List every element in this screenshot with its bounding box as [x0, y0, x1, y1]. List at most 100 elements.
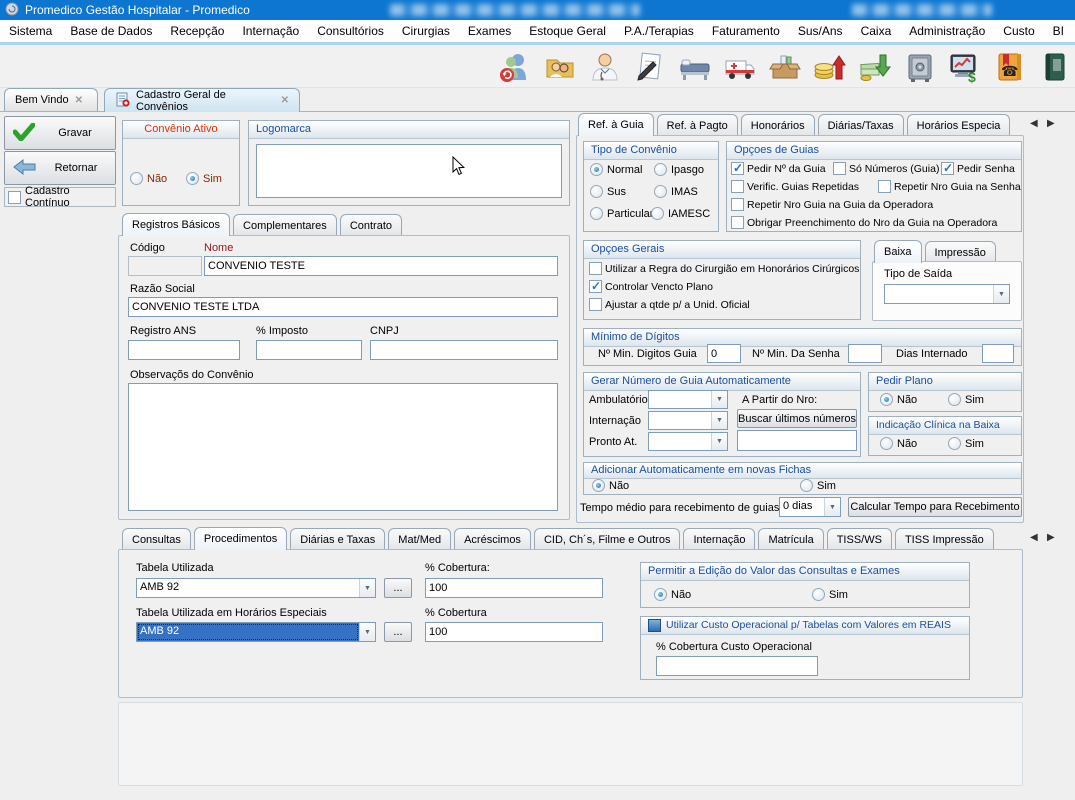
ativo-sim-radio[interactable]: Sim [186, 172, 222, 185]
phone-book-icon[interactable]: ☎ [987, 47, 1032, 86]
buscar-numeros-button[interactable]: Buscar últimos números [737, 409, 857, 428]
menu-item-exames[interactable]: Exames [459, 20, 520, 42]
tab-registros-basicos[interactable]: Registros Básicos [122, 213, 230, 236]
close-tab-icon[interactable]: ✕ [75, 95, 83, 106]
min-senha-field[interactable] [848, 344, 882, 363]
nome-field[interactable] [204, 256, 558, 276]
menu-item-internacao[interactable]: Internação [233, 20, 308, 42]
tipo-particular-radio[interactable]: Particular [590, 207, 653, 220]
tipo-sus-radio[interactable]: Sus [590, 185, 626, 198]
doctor-icon[interactable] [582, 47, 627, 86]
menu-item-caixa[interactable]: Caixa [852, 20, 901, 42]
tab-consultas[interactable]: Consultas [122, 528, 191, 550]
revenue-up-icon[interactable] [807, 47, 852, 86]
tab-diarias-taxas[interactable]: Diárias/Taxas [818, 114, 904, 136]
tab-acrescimos[interactable]: Acréscimos [454, 528, 531, 550]
pedir-numero-guia-checkbox[interactable]: Pedir Nº da Guia [731, 162, 826, 175]
ledger-book-icon[interactable] [1032, 47, 1075, 86]
hospital-bed-icon[interactable] [672, 47, 717, 86]
chevron-down-icon[interactable]: ▼ [993, 285, 1009, 303]
checkbox-box[interactable] [8, 191, 21, 204]
menu-item-estoque-geral[interactable]: Estoque Geral [520, 20, 615, 42]
fichas-nao-radio[interactable]: Não [592, 479, 629, 492]
plano-nao-radio[interactable]: Não [880, 393, 917, 406]
tab-baixa[interactable]: Baixa [874, 240, 922, 263]
tabela-especiais-browse-button[interactable]: ... [384, 622, 412, 642]
tab-internacao-bottom[interactable]: Internação [683, 528, 755, 550]
menu-item-consultorios[interactable]: Consultórios [308, 20, 393, 42]
bottom-tab-scroll-right-icon[interactable]: ▶ [1047, 532, 1055, 543]
tab-scroll-left-icon[interactable]: ◀ [1030, 118, 1038, 129]
pronto-at-select[interactable]: ▼ [648, 432, 728, 451]
pedir-senha-checkbox[interactable]: Pedir Senha [941, 162, 1015, 175]
return-button[interactable]: Retornar [4, 151, 116, 185]
obrigar-preenchimento-checkbox[interactable]: Obrigar Preenchimento do Nro da Guia na … [731, 216, 997, 229]
toggle-square-icon[interactable] [648, 619, 661, 632]
bottom-tab-scroll-left-icon[interactable]: ◀ [1030, 532, 1038, 543]
tab-scroll-right-icon[interactable]: ▶ [1047, 118, 1055, 129]
tab-tiss-ws[interactable]: TISS/WS [827, 528, 892, 550]
menu-item-sistema[interactable]: Sistema [0, 20, 61, 42]
tabela-especiais-select[interactable]: AMB 92▼ [136, 622, 376, 642]
tipo-saida-select[interactable]: ▼ [884, 284, 1010, 304]
internacao-select[interactable]: ▼ [648, 411, 728, 430]
menu-item-bi[interactable]: BI [1044, 20, 1073, 42]
menu-item-recepcao[interactable]: Recepção [161, 20, 233, 42]
menu-item-base-de-dados[interactable]: Base de Dados [61, 20, 161, 42]
close-tab-icon[interactable]: ✕ [281, 95, 289, 106]
radio-icon[interactable] [130, 172, 143, 185]
tipo-imas-radio[interactable]: IMAS [654, 185, 698, 198]
indicacao-sim-radio[interactable]: Sim [948, 437, 984, 450]
patients-folder-icon[interactable] [537, 47, 582, 86]
imposto-field[interactable] [256, 340, 362, 360]
tab-impressao[interactable]: Impressão [925, 241, 996, 263]
calcular-tempo-button[interactable]: Calcular Tempo para Recebimento [848, 497, 1022, 517]
cobertura2-field[interactable] [425, 622, 603, 642]
cnpj-field[interactable] [370, 340, 558, 360]
tab-diarias-e-taxas[interactable]: Diárias e Taxas [290, 528, 385, 550]
plano-sim-radio[interactable]: Sim [948, 393, 984, 406]
tab-procedimentos[interactable]: Procedimentos [194, 527, 287, 550]
chevron-down-icon[interactable]: ▼ [711, 433, 727, 450]
tipo-iamesc-radio[interactable]: IAMESC [651, 207, 710, 220]
tab-ref-a-guia[interactable]: Ref. à Guia [578, 113, 654, 136]
cobertura1-field[interactable] [425, 578, 603, 598]
ajustar-qtde-checkbox[interactable]: Ajustar a qtde p/ a Unid. Oficial [589, 298, 750, 311]
dias-internado-field[interactable] [982, 344, 1014, 363]
prescription-icon[interactable] [627, 47, 672, 86]
tempo-medio-select[interactable]: 0 dias▼ [779, 497, 841, 517]
edicao-sim-radio[interactable]: Sim [812, 588, 848, 601]
repetir-nro-senha-checkbox[interactable]: Repetir Nro Guia na Senha [878, 180, 1021, 193]
chevron-down-icon[interactable]: ▼ [359, 579, 375, 597]
tipo-ipasgo-radio[interactable]: Ipasgo [654, 163, 704, 176]
menu-item-faturamento[interactable]: Faturamento [703, 20, 789, 42]
fichas-sim-radio[interactable]: Sim [800, 479, 836, 492]
tabela-utilizada-select[interactable]: AMB 92▼ [136, 578, 376, 598]
edicao-nao-radio[interactable]: Não [654, 588, 691, 601]
indicacao-nao-radio[interactable]: Não [880, 437, 917, 450]
payment-down-icon[interactable] [852, 47, 897, 86]
observacoes-textarea[interactable] [128, 383, 558, 511]
tab-mat-med[interactable]: Mat/Med [388, 528, 451, 550]
save-button[interactable]: Gravar [4, 116, 116, 150]
controlar-vencto-checkbox[interactable]: Controlar Vencto Plano [589, 280, 713, 293]
menu-item-sus-ans[interactable]: Sus/Ans [789, 20, 852, 42]
menu-item-pa-terapias[interactable]: P.A./Terapias [615, 20, 703, 42]
tab-matricula[interactable]: Matrícula [758, 528, 823, 550]
sync-users-icon[interactable] [492, 47, 537, 86]
tab-complementares[interactable]: Complementares [233, 214, 337, 236]
tipo-normal-radio[interactable]: Normal [590, 163, 642, 176]
a-partir-field[interactable] [737, 430, 857, 451]
registro-ans-field[interactable] [128, 340, 240, 360]
menu-item-administracao[interactable]: Administração [900, 20, 994, 42]
chevron-down-icon[interactable]: ▼ [711, 391, 727, 408]
custo-cobertura-field[interactable] [656, 656, 818, 676]
menu-item-cirurgias[interactable]: Cirurgias [393, 20, 459, 42]
codigo-field[interactable] [128, 256, 202, 276]
min-digitos-guia-field[interactable] [707, 344, 741, 363]
tab-horarios-especiais[interactable]: Horários Especia [907, 114, 1011, 136]
so-numeros-checkbox[interactable]: Só Números (Guia) [833, 162, 939, 175]
verific-guias-repetidas-checkbox[interactable]: Verific. Guias Repetidas [731, 180, 859, 193]
tabela-browse-button[interactable]: ... [384, 578, 412, 598]
tab-ref-a-pagto[interactable]: Ref. à Pagto [657, 114, 738, 136]
